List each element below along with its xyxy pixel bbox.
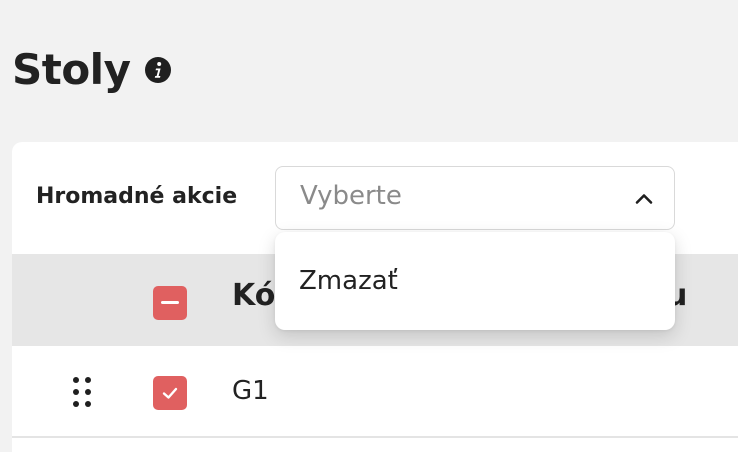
table-row: G1: [12, 346, 738, 438]
title-row: Stoly: [12, 44, 172, 96]
page-title: Stoly: [12, 45, 131, 94]
bulk-actions-select[interactable]: Vyberte: [275, 166, 675, 230]
info-icon[interactable]: [144, 56, 172, 84]
bulk-actions-dropdown: Zmazať: [275, 232, 675, 330]
drag-handle-icon[interactable]: [70, 374, 94, 410]
cell-code: G1: [232, 376, 269, 406]
page: Stoly Hromadné akcie Vyberte Kód u G1 Zm…: [0, 0, 738, 452]
bulk-actions-label: Hromadné akcie: [36, 184, 238, 209]
bulk-actions-select-value: Vyberte: [300, 181, 402, 211]
minus-icon: [161, 301, 179, 304]
chevron-up-icon: [634, 189, 654, 209]
check-icon: [161, 385, 179, 401]
dropdown-option-delete[interactable]: Zmazať: [299, 266, 398, 296]
row-checkbox[interactable]: [153, 376, 187, 410]
select-all-checkbox[interactable]: [153, 286, 187, 320]
